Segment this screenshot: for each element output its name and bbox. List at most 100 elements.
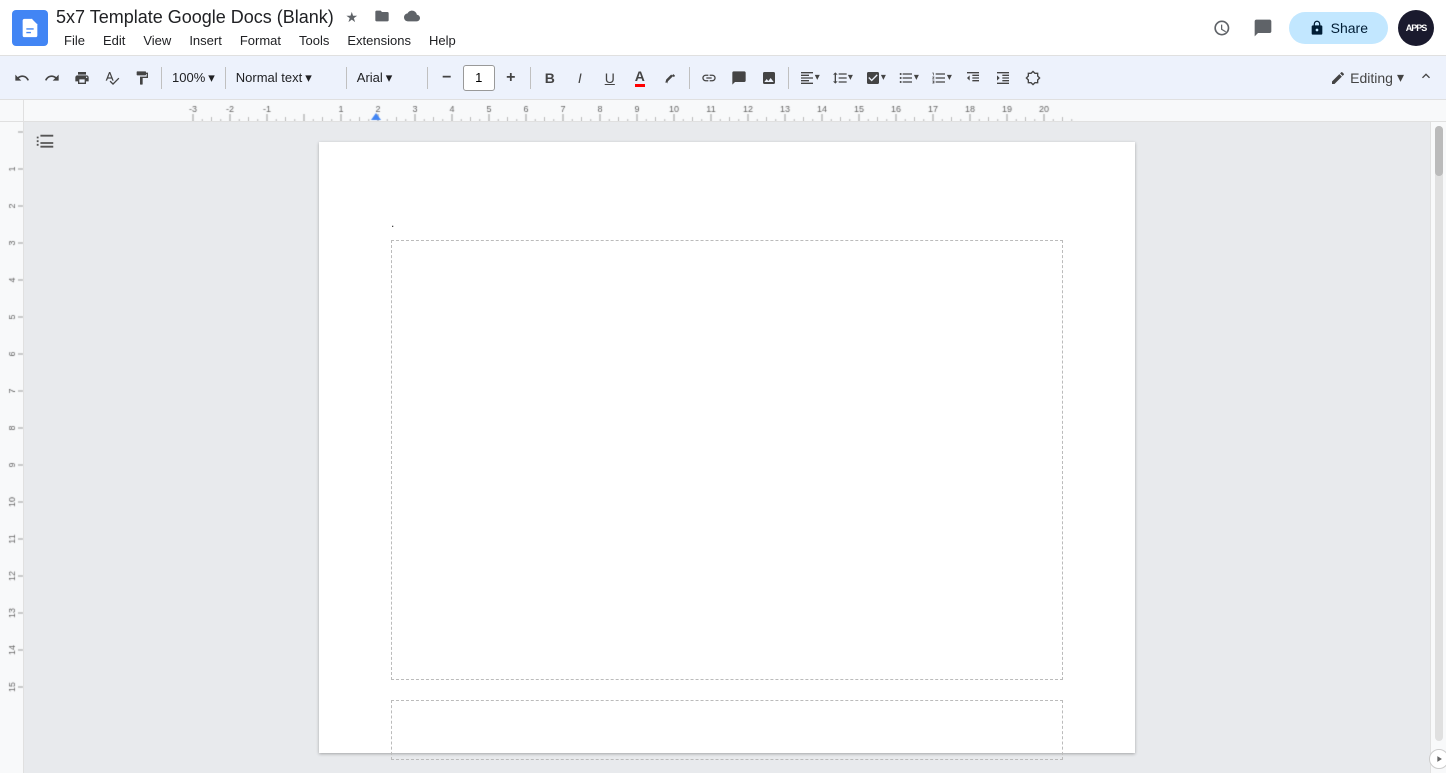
- editing-label: Editing: [1350, 70, 1393, 86]
- sep7: [788, 67, 789, 89]
- comment-inline-btn[interactable]: [725, 64, 753, 92]
- collapse-toolbar-btn[interactable]: [1414, 64, 1438, 91]
- avatar-text: APPS: [1406, 23, 1427, 33]
- underline-btn[interactable]: U: [596, 64, 624, 92]
- link-icon: [701, 70, 717, 86]
- font-size-input[interactable]: [463, 65, 495, 91]
- clear-format-btn[interactable]: [1019, 64, 1047, 92]
- sep2: [225, 67, 226, 89]
- menu-format[interactable]: Format: [232, 31, 289, 50]
- vertical-ruler-canvas: [0, 122, 24, 742]
- title-row: 5x7 Template Google Docs (Blank) ★: [56, 5, 1197, 29]
- menu-tools[interactable]: Tools: [291, 31, 337, 50]
- avatar[interactable]: APPS: [1398, 10, 1434, 46]
- font-family-select[interactable]: Arial ▾: [352, 64, 422, 92]
- zoom-arrow: ▾: [208, 70, 215, 86]
- print-btn[interactable]: [68, 64, 96, 92]
- undo-btn[interactable]: [8, 64, 36, 92]
- outline-icon: [34, 132, 56, 154]
- line-spacing-icon: [832, 70, 848, 86]
- vertical-ruler: [0, 122, 24, 773]
- menu-extensions[interactable]: Extensions: [339, 31, 419, 50]
- page-content: .: [319, 142, 1135, 773]
- decrease-indent-icon: [965, 70, 981, 86]
- link-btn[interactable]: [695, 64, 723, 92]
- history-btn[interactable]: [1205, 12, 1237, 44]
- increase-indent-icon: [995, 70, 1011, 86]
- comments-icon: [1253, 18, 1273, 38]
- scrollbar-area: [1430, 122, 1446, 773]
- editing-arrow: ▾: [1397, 69, 1404, 86]
- star-icon: ★: [346, 9, 359, 26]
- redo-btn[interactable]: [38, 64, 66, 92]
- cloud-btn[interactable]: [400, 5, 424, 29]
- spellcheck-btn[interactable]: [98, 64, 126, 92]
- document-page[interactable]: .: [319, 142, 1135, 753]
- document-area[interactable]: .: [24, 122, 1430, 773]
- collapse-side-btn[interactable]: [1429, 749, 1446, 769]
- bold-btn[interactable]: B: [536, 64, 564, 92]
- increase-indent-btn[interactable]: [989, 64, 1017, 92]
- share-label: Share: [1331, 20, 1368, 36]
- italic-btn[interactable]: I: [566, 64, 594, 92]
- dashed-content-box-1: [391, 240, 1063, 680]
- sep4: [427, 67, 428, 89]
- font-size-decrease-btn[interactable]: −: [433, 64, 461, 92]
- image-btn[interactable]: [755, 64, 783, 92]
- checklist-btn[interactable]: ▾: [860, 64, 891, 92]
- align-icon: [799, 70, 815, 86]
- menu-bar: File Edit View Insert Format Tools Exten…: [56, 31, 1197, 50]
- paint-format-icon: [134, 70, 150, 86]
- scrollbar-thumb[interactable]: [1435, 126, 1443, 176]
- align-btn[interactable]: ▾: [794, 64, 825, 92]
- folder-btn[interactable]: [370, 5, 394, 29]
- format-paint-btn[interactable]: [128, 64, 156, 92]
- text-cursor: .: [391, 216, 394, 230]
- menu-edit[interactable]: Edit: [95, 31, 133, 50]
- sep1: [161, 67, 162, 89]
- menu-help[interactable]: Help: [421, 31, 464, 50]
- sep6: [689, 67, 690, 89]
- menu-insert[interactable]: Insert: [181, 31, 230, 50]
- comment-icon: [731, 70, 747, 86]
- title-icons: ★: [340, 5, 424, 29]
- horizontal-ruler: [24, 100, 1446, 121]
- text-color-icon: A: [635, 68, 645, 87]
- right-actions: Share APPS: [1205, 10, 1434, 46]
- font-size-increase-btn[interactable]: +: [497, 64, 525, 92]
- paragraph-style-select[interactable]: Normal text ▾: [231, 64, 341, 92]
- doc-title[interactable]: 5x7 Template Google Docs (Blank): [56, 7, 334, 28]
- title-bar: 5x7 Template Google Docs (Blank) ★ F: [0, 0, 1446, 56]
- content-area: .: [0, 122, 1446, 773]
- dashed-content-box-2: [391, 700, 1063, 760]
- number-list-icon: [931, 70, 947, 86]
- scrollbar-track[interactable]: [1435, 126, 1443, 741]
- menu-view[interactable]: View: [135, 31, 179, 50]
- zoom-value: 100%: [172, 70, 205, 85]
- share-button[interactable]: Share: [1289, 12, 1388, 44]
- chevron-right-icon: [1434, 754, 1444, 764]
- clear-format-icon: [1025, 70, 1041, 86]
- number-list-btn[interactable]: ▾: [926, 64, 957, 92]
- menu-file[interactable]: File: [56, 31, 93, 50]
- star-btn[interactable]: ★: [340, 5, 364, 29]
- editing-mode-btn[interactable]: Editing ▾: [1322, 65, 1412, 90]
- folder-icon: [374, 8, 390, 27]
- decrease-indent-btn[interactable]: [959, 64, 987, 92]
- spellcheck-icon: [104, 70, 120, 86]
- lock-icon: [1309, 20, 1325, 36]
- text-color-btn[interactable]: A: [626, 64, 654, 92]
- print-icon: [74, 70, 90, 86]
- ruler-canvas: [24, 100, 1446, 121]
- font-family-value: Arial: [357, 70, 383, 85]
- outline-panel[interactable]: [34, 132, 56, 159]
- bullet-list-btn[interactable]: ▾: [893, 64, 924, 92]
- ruler-corner: [0, 100, 24, 121]
- highlight-btn[interactable]: [656, 64, 684, 92]
- line-spacing-btn[interactable]: ▾: [827, 64, 858, 92]
- bullet-list-icon: [898, 70, 914, 86]
- comments-btn[interactable]: [1247, 12, 1279, 44]
- zoom-select[interactable]: 100% ▾: [167, 64, 220, 92]
- doc-icon: [12, 10, 48, 46]
- font-family-arrow: ▾: [386, 70, 393, 86]
